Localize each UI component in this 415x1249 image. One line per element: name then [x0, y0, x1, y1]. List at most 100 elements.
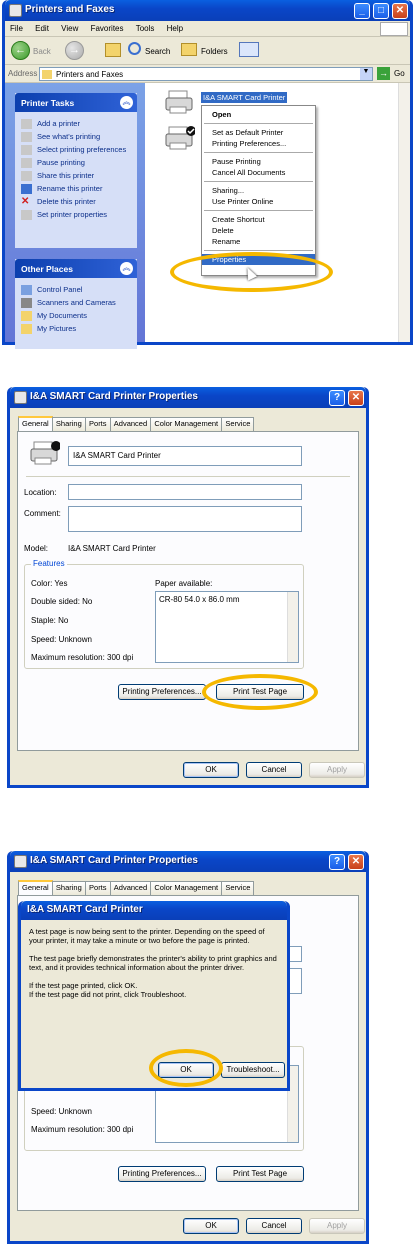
place-control-panel[interactable]: Control Panel [15, 284, 137, 295]
menu-view[interactable]: View [56, 21, 83, 36]
back-button[interactable]: ← [11, 41, 30, 60]
task-share-printer[interactable]: Share this printer [15, 170, 137, 181]
printer-folder-icon [9, 4, 22, 17]
task-printer-properties[interactable]: Set printer properties [15, 209, 137, 220]
task-printing-preferences[interactable]: Select printing preferences [15, 144, 137, 155]
cancel-button[interactable]: Cancel [246, 762, 302, 778]
paper-available-label: Paper available: [155, 579, 213, 588]
model-label: Model: [24, 544, 49, 553]
menu-file[interactable]: File [5, 21, 28, 36]
tab-sharing[interactable]: Sharing [51, 417, 86, 431]
address-input[interactable]: Printers and Faxes ▼ [39, 67, 373, 81]
paper-scrollbar[interactable] [287, 592, 298, 662]
rename-icon [21, 184, 32, 194]
tab-advanced[interactable]: Advanced [109, 881, 152, 895]
menu-create-shortcut[interactable]: Create Shortcut [202, 214, 315, 225]
menu-separator [204, 152, 313, 153]
menu-tools[interactable]: Tools [131, 21, 160, 36]
place-my-pictures[interactable]: My Pictures [15, 323, 137, 334]
task-add-printer[interactable]: Add a printer [15, 118, 137, 129]
staple-feature: Staple: No [31, 616, 69, 625]
menu-help[interactable]: Help [162, 21, 188, 36]
task-delete-printer[interactable]: ✕ Delete this printer [15, 196, 137, 207]
menu-printing-preferences[interactable]: Printing Preferences... [202, 138, 315, 149]
message-titlebar[interactable]: I&A SMART Card Printer [21, 901, 287, 920]
ok-button[interactable]: OK [183, 762, 239, 778]
search-icon[interactable] [128, 42, 141, 55]
comment-input[interactable] [288, 968, 302, 994]
tab-advanced[interactable]: Advanced [109, 417, 152, 431]
message-title: I&A SMART Card Printer [27, 904, 143, 915]
search-button[interactable]: Search [145, 47, 170, 56]
folders-icon[interactable] [181, 43, 197, 56]
menu-favorites[interactable]: Favorites [86, 21, 129, 36]
explorer-titlebar[interactable]: Printers and Faxes _ □ ✕ [5, 0, 410, 21]
collapse-icon[interactable]: ︽ [120, 96, 133, 109]
go-button[interactable]: → Go [377, 67, 411, 81]
minimize-button[interactable]: _ [354, 3, 370, 19]
print-test-page-button[interactable]: Print Test Page [216, 1166, 304, 1182]
views-icon[interactable] [239, 42, 259, 57]
place-scanners-cameras[interactable]: Scanners and Cameras [15, 297, 137, 308]
other-places-header[interactable]: Other Places [15, 259, 137, 278]
location-input[interactable] [288, 946, 302, 962]
menu-open[interactable]: Open [202, 109, 315, 120]
close-button[interactable]: ✕ [348, 390, 364, 406]
highlight-print-test [202, 674, 318, 710]
properties-titlebar[interactable]: I&A SMART Card Printer Properties ? ✕ [10, 387, 366, 408]
menu-delete[interactable]: Delete [202, 225, 315, 236]
tab-ports[interactable]: Ports [85, 417, 111, 431]
troubleshoot-button[interactable]: Troubleshoot... [221, 1062, 285, 1078]
printer-tasks-header[interactable]: Printer Tasks [15, 93, 137, 112]
menu-pause-printing[interactable]: Pause Printing [202, 156, 315, 167]
tab-ports[interactable]: Ports [85, 881, 111, 895]
printing-preferences-button[interactable]: Printing Preferences... [118, 684, 206, 700]
menu-sharing[interactable]: Sharing... [202, 185, 315, 196]
properties-titlebar[interactable]: I&A SMART Card Printer Properties ? ✕ [10, 851, 366, 872]
collapse-icon[interactable]: ︽ [120, 262, 133, 275]
speed-feature: Speed: Unknown [31, 635, 92, 644]
close-button[interactable]: ✕ [392, 3, 408, 19]
tab-service[interactable]: Service [221, 881, 255, 895]
ok-button[interactable]: OK [183, 1218, 239, 1234]
tab-general[interactable]: General [18, 880, 53, 896]
up-folder-icon[interactable] [105, 43, 121, 57]
tab-general[interactable]: General [18, 416, 53, 432]
help-button[interactable]: ? [329, 854, 345, 870]
cancel-button[interactable]: Cancel [246, 1218, 302, 1234]
paper-item[interactable]: CR-80 54.0 x 86.0 mm [159, 595, 239, 604]
place-my-documents[interactable]: My Documents [15, 310, 137, 321]
model-value: I&A SMART Card Printer [68, 544, 156, 553]
tab-color-management[interactable]: Color Management [150, 881, 223, 895]
printer-default-icon[interactable] [165, 125, 196, 151]
folders-button[interactable]: Folders [201, 47, 228, 56]
tab-service[interactable]: Service [221, 417, 255, 431]
back-label: Back [33, 47, 51, 56]
comment-input[interactable] [68, 506, 302, 532]
explorer-scrollbar[interactable] [398, 83, 410, 342]
task-rename-printer[interactable]: Rename this printer [15, 183, 137, 194]
menu-edit[interactable]: Edit [30, 21, 54, 36]
tab-sharing[interactable]: Sharing [51, 881, 86, 895]
forward-button[interactable]: → [65, 41, 84, 60]
task-pause-printing[interactable]: Pause printing [15, 157, 137, 168]
tab-color-management[interactable]: Color Management [150, 417, 223, 431]
apply-button[interactable]: Apply [309, 1218, 365, 1234]
menu-cancel-all[interactable]: Cancel All Documents [202, 167, 315, 178]
printer-name-input[interactable]: I&A SMART Card Printer [68, 446, 302, 466]
close-button[interactable]: ✕ [348, 854, 364, 870]
tasks-pane: Printer Tasks ︽ Add a printer See what's… [5, 83, 145, 349]
maximize-button[interactable]: □ [373, 3, 389, 19]
menu-rename[interactable]: Rename [202, 236, 315, 247]
printer-icon[interactable] [165, 89, 195, 115]
selected-printer-label[interactable]: I&A SMART Card Printer [201, 92, 288, 103]
apply-button[interactable]: Apply [309, 762, 365, 778]
paper-list[interactable]: CR-80 54.0 x 86.0 mm [155, 591, 299, 663]
menu-set-default[interactable]: Set as Default Printer [202, 127, 315, 138]
chevron-down-icon[interactable]: ▼ [360, 68, 372, 80]
location-input[interactable] [68, 484, 302, 500]
menu-use-online[interactable]: Use Printer Online [202, 196, 315, 207]
task-see-printing[interactable]: See what's printing [15, 131, 137, 142]
printing-preferences-button[interactable]: Printing Preferences... [118, 1166, 206, 1182]
help-button[interactable]: ? [329, 390, 345, 406]
